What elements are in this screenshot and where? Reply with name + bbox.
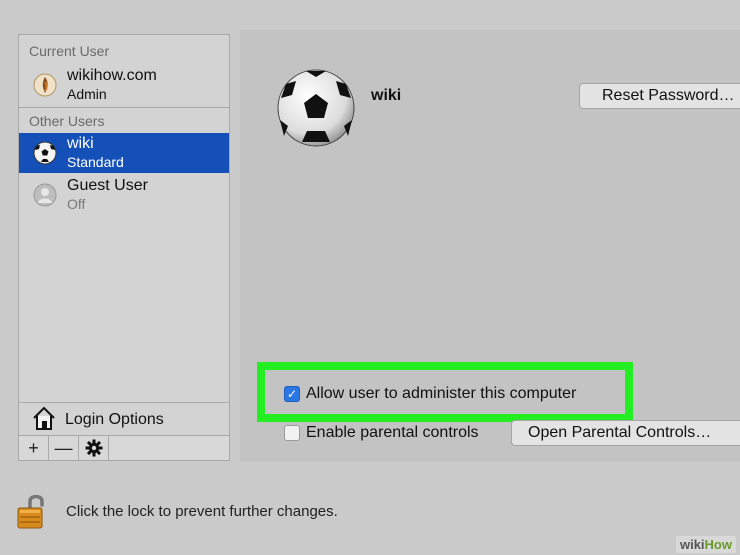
gear-icon xyxy=(85,439,102,457)
user-role: Admin xyxy=(67,86,107,102)
user-name: Guest User xyxy=(67,177,148,194)
parental-controls-label: Enable parental controls xyxy=(306,424,479,441)
user-detail-pane: wiki Reset Password… ✓ Allow user to adm… xyxy=(240,30,740,462)
current-user-header: Current User xyxy=(29,43,110,59)
users-sidebar: Current User wikihow.com Admin Other Use… xyxy=(18,34,230,436)
reset-password-button[interactable]: Reset Password… xyxy=(579,83,740,109)
unlocked-padlock-icon[interactable] xyxy=(16,492,46,530)
remove-user-button[interactable]: — xyxy=(49,436,79,460)
user-row-guest[interactable]: Guest User Off xyxy=(19,175,229,215)
user-name: wikihow.com xyxy=(67,67,157,84)
user-name: wiki xyxy=(67,135,94,152)
allow-admin-checkbox[interactable]: ✓ xyxy=(284,386,300,402)
house-icon xyxy=(33,406,55,430)
other-users-header: Other Users xyxy=(29,113,105,129)
login-options-label: Login Options xyxy=(65,411,164,428)
parental-controls-checkbox[interactable] xyxy=(284,425,300,441)
user-role: Off xyxy=(67,196,86,212)
divider xyxy=(19,107,229,108)
lock-message: Click the lock to prevent further change… xyxy=(66,502,338,520)
soccer-ball-icon[interactable] xyxy=(276,68,356,148)
soccer-ball-icon xyxy=(33,141,57,165)
user-role: Standard xyxy=(67,154,124,170)
login-options-item[interactable]: Login Options xyxy=(19,403,229,433)
guest-avatar-icon xyxy=(33,183,57,207)
wikihow-watermark: wikiHow xyxy=(675,536,736,553)
settings-button[interactable] xyxy=(79,436,109,460)
add-user-button[interactable]: + xyxy=(19,436,49,460)
user-row-wikihow[interactable]: wikihow.com Admin xyxy=(19,65,229,105)
sidebar-toolbar: + — xyxy=(18,435,230,461)
user-row-wiki[interactable]: wiki Standard xyxy=(19,133,229,173)
allow-admin-label: Allow user to administer this computer xyxy=(306,385,577,402)
open-parental-controls-button[interactable]: Open Parental Controls… xyxy=(511,420,740,446)
allow-admin-row[interactable]: ✓ Allow user to administer this computer xyxy=(284,385,576,403)
selected-user-name: wiki xyxy=(371,87,402,104)
parental-controls-row[interactable]: Enable parental controls xyxy=(284,424,479,442)
wikihow-avatar-icon xyxy=(33,73,57,97)
lock-row[interactable]: Click the lock to prevent further change… xyxy=(16,492,338,530)
